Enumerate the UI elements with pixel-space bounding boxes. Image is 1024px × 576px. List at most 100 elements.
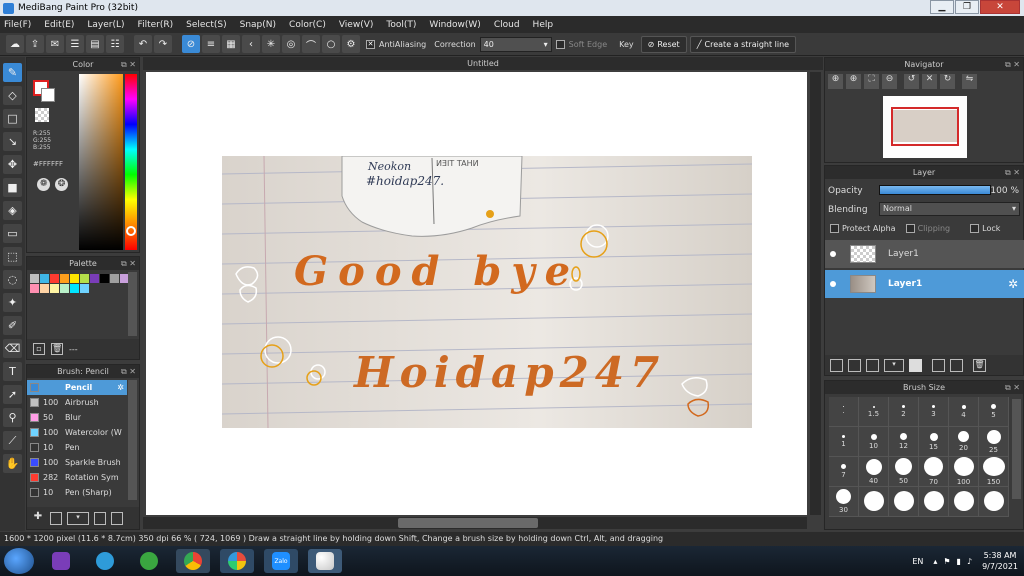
- lasso-tool-icon[interactable]: ◌: [3, 270, 22, 289]
- menu-help[interactable]: Help: [533, 20, 554, 30]
- photo-app[interactable]: [220, 549, 254, 573]
- zoom-in-alt-icon[interactable]: ⊕: [846, 74, 861, 89]
- canvas-horizontal-scrollbar[interactable]: [143, 517, 807, 529]
- menu-file[interactable]: File(F): [4, 20, 31, 30]
- start-button[interactable]: [4, 548, 34, 574]
- palette-swatch[interactable]: [60, 274, 69, 283]
- new-palette-icon[interactable]: ▫: [33, 343, 45, 355]
- select-pen-tool-icon[interactable]: ✐: [3, 316, 22, 335]
- chrome-app[interactable]: [176, 549, 210, 573]
- protect-alpha-checkbox[interactable]: [830, 224, 839, 233]
- palette-swatch[interactable]: [70, 274, 79, 283]
- menu-color[interactable]: Color(C): [289, 20, 326, 30]
- snap-ellipse-icon[interactable]: ○: [322, 35, 340, 53]
- coccoc-app[interactable]: [132, 549, 166, 573]
- snap-settings-icon[interactable]: ⚙: [342, 35, 360, 53]
- snap-parallel-icon[interactable]: ≡: [202, 35, 220, 53]
- delete-layer-icon[interactable]: 🗑: [973, 358, 986, 372]
- brush-size-cell[interactable]: [979, 487, 1009, 517]
- new-halftone-layer-icon[interactable]: [848, 358, 861, 372]
- redo-icon[interactable]: ↷: [154, 35, 172, 53]
- correction-select[interactable]: 40 ▾: [479, 36, 552, 52]
- fit-icon[interactable]: ⛶: [864, 74, 879, 89]
- canvas-vertical-scrollbar[interactable]: [810, 72, 821, 515]
- move-tool-icon[interactable]: ✥: [3, 155, 22, 174]
- palette-scrollbar[interactable]: [128, 272, 137, 336]
- palette-swatch[interactable]: [50, 274, 59, 283]
- select-eraser-tool-icon[interactable]: ⌫: [3, 339, 22, 358]
- minimize-button[interactable]: ▁: [930, 0, 954, 14]
- brush-size-cell[interactable]: [949, 487, 979, 517]
- brush-size-cell[interactable]: 10: [859, 427, 889, 457]
- eraser-tool-icon[interactable]: ◇: [3, 86, 22, 105]
- dot-tool-icon[interactable]: □: [3, 109, 22, 128]
- panel-close-icon[interactable]: ⧉ ✕: [1005, 166, 1020, 179]
- eye-icon[interactable]: [830, 251, 836, 257]
- palette-swatch[interactable]: [50, 284, 59, 293]
- zoom-in-icon[interactable]: ⊕: [828, 74, 843, 89]
- palette-swatch[interactable]: [40, 284, 49, 293]
- network-icon[interactable]: ▮: [957, 557, 961, 566]
- canvas-tab[interactable]: Untitled: [143, 57, 823, 70]
- antialiasing-checkbox[interactable]: ✕: [366, 39, 375, 49]
- snap-vanish-icon[interactable]: ‹: [242, 35, 260, 53]
- document-icon[interactable]: ▤: [86, 35, 104, 53]
- lock-checkbox[interactable]: [970, 224, 980, 233]
- secondary-color-swatch[interactable]: [41, 88, 55, 102]
- brush-size-cell[interactable]: 4: [949, 397, 979, 427]
- chat-icon[interactable]: ☰: [66, 35, 84, 53]
- blending-select[interactable]: Normal ▾: [879, 202, 1020, 216]
- gradient-tool-icon[interactable]: ▭: [3, 224, 22, 243]
- color-set-icon[interactable]: ❂: [55, 178, 68, 191]
- hscroll-thumb[interactable]: [398, 518, 538, 528]
- panel-close-icon[interactable]: ⧉ ✕: [1005, 381, 1020, 394]
- brush-item[interactable]: 10 Pen: [27, 440, 127, 455]
- brush-item[interactable]: 10 Pen (Sharp): [27, 485, 127, 500]
- layer-type-dropdown-icon[interactable]: ▾: [884, 358, 904, 372]
- palette-swatch[interactable]: [80, 284, 89, 293]
- tray-arrow-icon[interactable]: ▴: [933, 557, 937, 566]
- brush-size-cell[interactable]: ·: [829, 397, 859, 427]
- reset-button[interactable]: ⊘ Reset: [640, 35, 687, 53]
- flip-icon[interactable]: ⇋: [962, 74, 977, 89]
- brush-size-cell[interactable]: 70: [919, 457, 949, 487]
- menu-select[interactable]: Select(S): [186, 20, 227, 30]
- brush-size-cell[interactable]: 1.5: [859, 397, 889, 427]
- straight-line-button[interactable]: ╱ Create a straight line: [689, 35, 797, 53]
- add-color-icon[interactable]: ❁: [37, 178, 50, 191]
- share-icon[interactable]: ⇪: [26, 35, 44, 53]
- cloud-icon[interactable]: ☁: [6, 35, 24, 53]
- duplicate-layer-icon[interactable]: [932, 358, 945, 372]
- medibang-app[interactable]: [308, 549, 342, 573]
- flag-icon[interactable]: ⚑: [943, 557, 950, 566]
- comment-icon[interactable]: ✉: [46, 35, 64, 53]
- select-tool-icon[interactable]: ⬚: [3, 247, 22, 266]
- rotate-reset-icon[interactable]: ✕: [922, 74, 937, 89]
- brush-size-cell[interactable]: 25: [979, 427, 1009, 457]
- brush-size-cell[interactable]: 2: [889, 397, 919, 427]
- new-1bit-layer-icon[interactable]: [866, 358, 879, 372]
- layer-row[interactable]: Layer1: [825, 240, 1024, 268]
- menu-view[interactable]: View(V): [339, 20, 374, 30]
- volume-icon[interactable]: ♪: [967, 557, 972, 566]
- brush-size-cell[interactable]: 12: [889, 427, 919, 457]
- folder-icon[interactable]: [909, 358, 922, 372]
- brush-delete-icon[interactable]: [111, 511, 123, 525]
- menu-window[interactable]: Window(W): [429, 20, 480, 30]
- soft-edge-checkbox[interactable]: [555, 39, 565, 49]
- delete-palette-icon[interactable]: 🗑: [51, 343, 63, 355]
- panel-close-icon[interactable]: ⧉ ✕: [121, 58, 136, 71]
- menu-cloud[interactable]: Cloud: [494, 20, 520, 30]
- menu-edit[interactable]: Edit(E): [44, 20, 74, 30]
- brush-size-cell[interactable]: [859, 487, 889, 517]
- menu-filter[interactable]: Filter(R): [138, 20, 174, 30]
- brush-size-cell[interactable]: 15: [919, 427, 949, 457]
- snap-radial-icon[interactable]: ✳: [262, 35, 280, 53]
- hue-handle[interactable]: [126, 226, 136, 236]
- palette-swatch[interactable]: [40, 274, 49, 283]
- brush-item[interactable]: 100 Sparkle Brush: [27, 455, 127, 470]
- palette-swatch[interactable]: [60, 284, 69, 293]
- navigator-viewport-frame[interactable]: [891, 107, 959, 146]
- snap-circle-icon[interactable]: ◎: [282, 35, 300, 53]
- panel-close-icon[interactable]: ⧉ ✕: [121, 365, 136, 378]
